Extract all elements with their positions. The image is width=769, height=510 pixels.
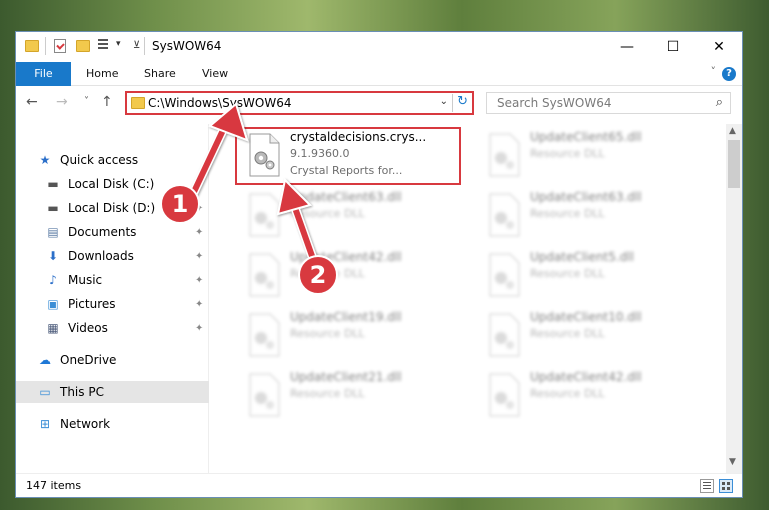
arrow-to-file bbox=[276, 177, 317, 261]
annotation-arrows bbox=[187, 102, 317, 261]
callout-1: 1 bbox=[160, 184, 200, 224]
callout-2: 2 bbox=[298, 255, 338, 295]
arrow-to-address-bar bbox=[187, 102, 249, 201]
